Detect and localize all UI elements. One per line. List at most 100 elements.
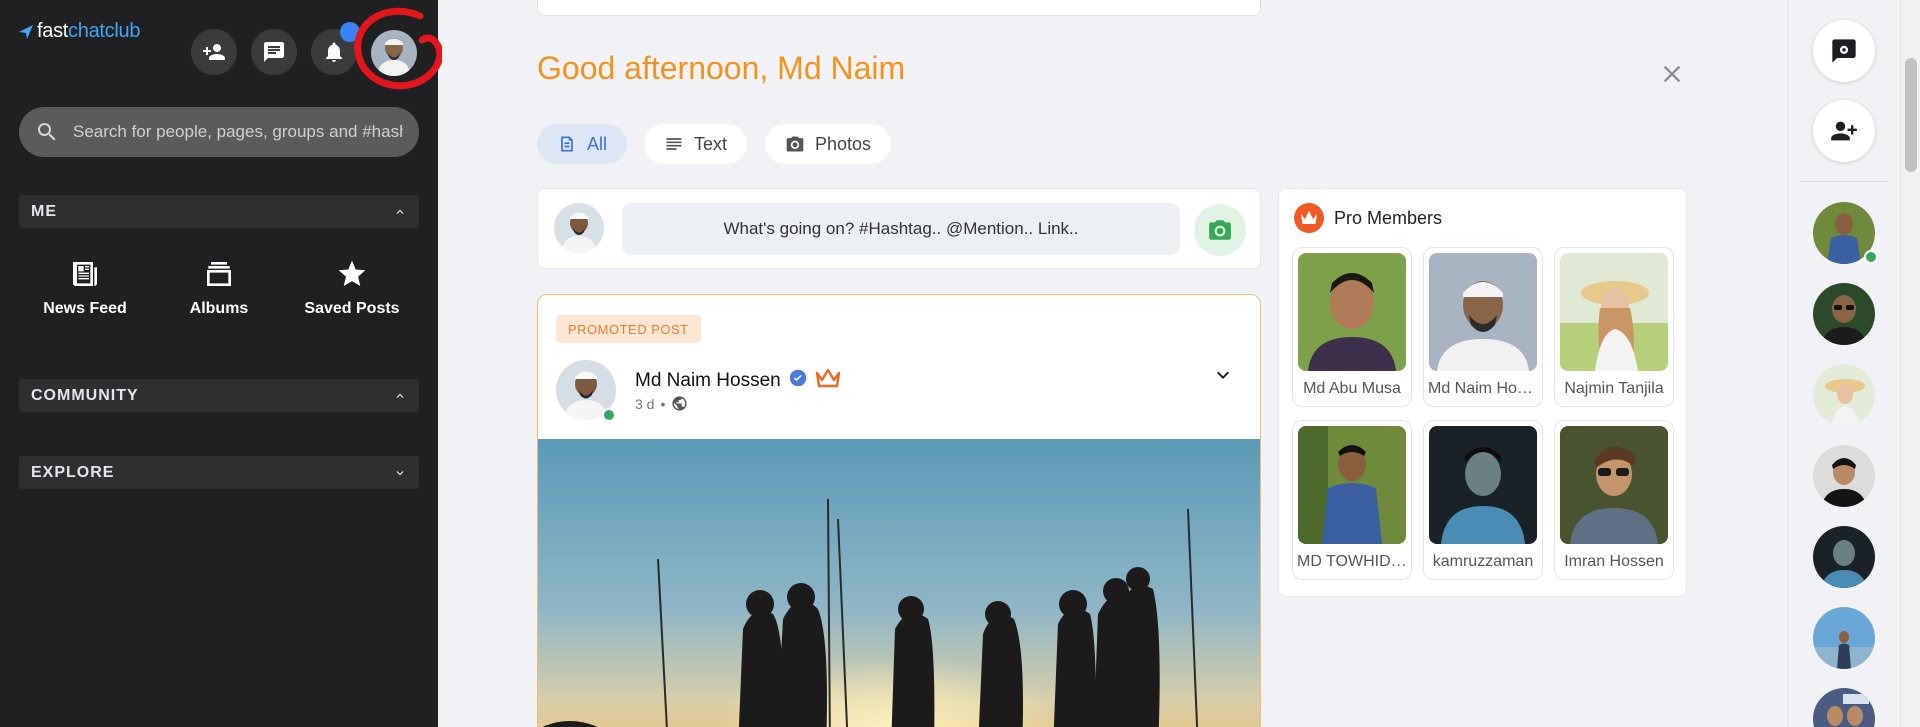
scrollbar-thumb[interactable] xyxy=(1905,58,1917,172)
meta-separator: • xyxy=(660,395,666,412)
promoted-post-card: PROMOTED POST Md Naim Hossen 3 d • xyxy=(537,294,1261,727)
add-people-icon xyxy=(1831,121,1857,141)
contact-avatar[interactable] xyxy=(1813,283,1875,345)
pro-member-card[interactable]: Imran Hossen xyxy=(1554,420,1674,580)
sidebar-item-news-feed[interactable]: News Feed xyxy=(20,258,150,318)
filter-label: Text xyxy=(694,133,728,154)
contact-avatar[interactable] xyxy=(1813,364,1875,426)
post-author: Md Naim Hossen xyxy=(635,367,841,394)
site-logo[interactable]: fastchatclub xyxy=(19,20,140,43)
pro-member-card[interactable]: kamruzzaman xyxy=(1423,420,1543,580)
logo-text-part2: chatclub xyxy=(68,20,141,42)
camera-icon xyxy=(786,136,804,152)
chat-settings-button[interactable] xyxy=(1813,20,1875,82)
add-friend-button[interactable] xyxy=(191,29,237,75)
rail-divider xyxy=(1800,181,1888,182)
post-options-button[interactable] xyxy=(1211,363,1235,387)
star-icon xyxy=(338,260,366,286)
pro-member-card[interactable]: MD TOWHIDUL xyxy=(1292,420,1412,580)
contact-photo xyxy=(1813,688,1875,727)
logo-mark-icon xyxy=(19,24,33,39)
camera-icon xyxy=(1209,220,1231,240)
section-community-header[interactable]: COMMUNITY xyxy=(19,379,419,412)
filter-label: Photos xyxy=(815,133,872,154)
crown-badge-icon xyxy=(1294,203,1324,233)
previous-card-edge xyxy=(537,0,1261,16)
composer-photo-button[interactable] xyxy=(1194,204,1246,256)
member-name: kamruzzaman xyxy=(1432,553,1534,570)
section-explore-label: EXPLORE xyxy=(31,463,115,481)
filter-label: All xyxy=(587,133,608,154)
sidebar-item-label: Saved Posts xyxy=(304,300,400,317)
member-name: MD TOWHIDUL xyxy=(1297,553,1411,570)
text-lines-icon xyxy=(666,138,682,150)
contact-avatar[interactable] xyxy=(1813,607,1875,669)
post-author-name[interactable]: Md Naim Hossen xyxy=(635,370,781,392)
search-input[interactable] xyxy=(73,122,403,142)
sidebar-item-albums[interactable]: Albums xyxy=(154,258,284,318)
contact-photo xyxy=(1813,364,1875,426)
section-me-label: ME xyxy=(31,202,57,220)
chat-settings-icon xyxy=(1832,39,1856,63)
section-community-label: COMMUNITY xyxy=(31,386,139,404)
messages-icon xyxy=(264,42,284,62)
albums-icon xyxy=(207,262,231,286)
pro-member-card[interactable]: Md Abu Musa xyxy=(1292,247,1412,407)
contact-photo xyxy=(1813,445,1875,507)
newspaper-icon xyxy=(73,262,97,286)
post-photo[interactable] xyxy=(538,439,1261,727)
profile-avatar-button[interactable] xyxy=(371,30,417,76)
messages-button[interactable] xyxy=(251,29,297,75)
pro-members-widget: Pro Members Md Abu Musa Md Naim Hossen N… xyxy=(1278,188,1687,597)
chevron-down-icon xyxy=(396,470,404,475)
pro-members-header: Pro Members xyxy=(1294,203,1442,233)
close-icon xyxy=(1663,65,1681,83)
filter-text-button[interactable]: Text xyxy=(644,124,748,164)
add-friend-icon xyxy=(203,44,225,60)
contact-photo xyxy=(1813,283,1875,345)
member-name: Imran Hossen xyxy=(1564,553,1664,570)
notifications-icon xyxy=(326,42,342,62)
member-photo xyxy=(1298,253,1406,371)
post-time[interactable]: 3 d xyxy=(635,396,654,412)
pro-members-title: Pro Members xyxy=(1334,207,1443,228)
member-name: Md Abu Musa xyxy=(1303,380,1401,397)
composer-avatar xyxy=(554,203,604,253)
notification-indicator xyxy=(340,22,360,42)
composer-input[interactable]: What's going on? #Hashtag.. @Mention.. L… xyxy=(622,203,1180,255)
search-icon xyxy=(38,123,56,141)
member-photo xyxy=(1429,253,1537,371)
member-photo xyxy=(1429,426,1537,544)
promoted-post-badge: PROMOTED POST xyxy=(556,315,701,343)
right-rail xyxy=(1787,0,1900,727)
sidebar-item-saved-posts[interactable]: Saved Posts xyxy=(287,258,417,318)
member-photo xyxy=(1560,426,1668,544)
pro-crown-icon xyxy=(815,367,841,394)
search-bar[interactable] xyxy=(19,107,419,157)
chevron-up-icon xyxy=(396,209,404,214)
member-name: Md Naim Hossen xyxy=(1428,380,1542,397)
section-me-header[interactable]: ME xyxy=(19,195,419,228)
post-meta: 3 d • xyxy=(635,395,688,412)
filter-all-button[interactable]: All xyxy=(537,124,628,164)
sidebar-item-label: News Feed xyxy=(43,300,127,317)
globe-icon xyxy=(672,396,687,411)
contact-photo xyxy=(1813,607,1875,669)
pro-member-card[interactable]: Najmin Tanjila xyxy=(1554,247,1674,407)
close-greeting-button[interactable] xyxy=(1658,60,1686,88)
filter-photos-button[interactable]: Photos xyxy=(765,124,892,164)
contact-avatar[interactable] xyxy=(1813,688,1875,727)
greeting-heading: Good afternoon, Md Naim xyxy=(537,50,906,86)
section-explore-header[interactable]: EXPLORE xyxy=(19,456,419,489)
pro-member-card[interactable]: Md Naim Hossen xyxy=(1423,247,1543,407)
user-avatar-image xyxy=(554,203,604,253)
page-scrollbar[interactable] xyxy=(1900,0,1920,727)
contact-avatar[interactable] xyxy=(1813,526,1875,588)
sidebar-item-label: Albums xyxy=(189,300,249,317)
post-composer: What's going on? #Hashtag.. @Mention.. L… xyxy=(537,188,1261,269)
member-photo xyxy=(1560,253,1668,371)
document-icon xyxy=(561,136,573,152)
contact-avatar[interactable] xyxy=(1813,445,1875,507)
online-status-dot xyxy=(602,408,616,422)
add-people-button[interactable] xyxy=(1813,100,1875,162)
